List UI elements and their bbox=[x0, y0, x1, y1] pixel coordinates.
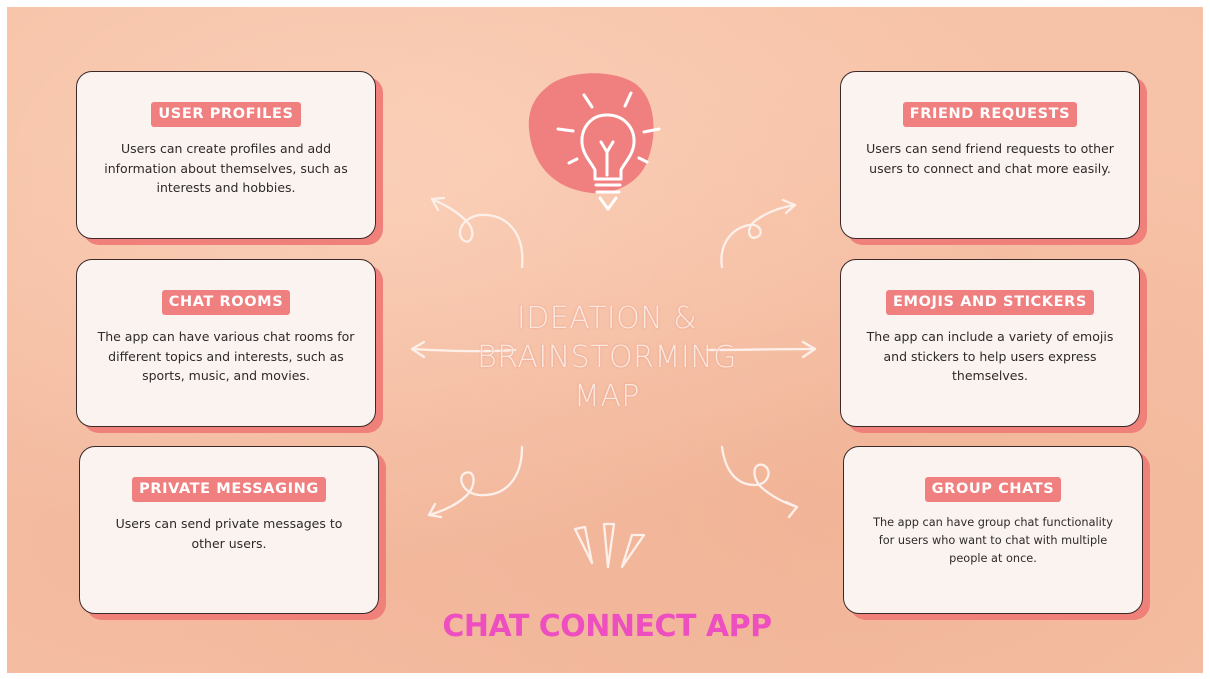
card-label: GROUP CHATS bbox=[924, 477, 1062, 502]
lightbulb-icon bbox=[528, 73, 661, 211]
card-user-profiles: USER PROFILES Users can create profiles … bbox=[76, 71, 376, 239]
arrow-top-right bbox=[720, 198, 797, 269]
card-label: USER PROFILES bbox=[151, 102, 301, 127]
card-description: Users can create profiles and add inform… bbox=[104, 141, 348, 195]
card-private-messaging: PRIVATE MESSAGING Users can send private… bbox=[79, 446, 379, 614]
card-chat-rooms: CHAT ROOMS The app can have various chat… bbox=[76, 259, 376, 427]
arrow-bottom-left bbox=[427, 445, 524, 519]
card-description: The app can include a variety of emojis … bbox=[866, 329, 1114, 383]
card-emojis-and-stickers: EMOJIS AND STICKERS The app can include … bbox=[840, 259, 1140, 427]
card-description: Users can send friend requests to other … bbox=[866, 141, 1114, 176]
card-label: FRIEND REQUESTS bbox=[902, 102, 1078, 127]
arrow-top-left bbox=[430, 196, 524, 269]
slide-canvas: USER PROFILES Users can create profiles … bbox=[7, 7, 1203, 673]
card-label: CHAT ROOMS bbox=[161, 290, 291, 315]
card-description: The app can have various chat rooms for … bbox=[97, 329, 355, 383]
arrow-bottom-right bbox=[720, 445, 799, 519]
center-title-line: BRAINSTORMING bbox=[477, 340, 737, 375]
card-friend-requests: FRIEND REQUESTS Users can send friend re… bbox=[840, 71, 1140, 239]
card-label: PRIVATE MESSAGING bbox=[132, 477, 326, 502]
center-title-line: IDEATION & bbox=[516, 301, 698, 336]
sparkle-marks bbox=[573, 522, 646, 569]
card-group-chats: GROUP CHATS The app can have group chat … bbox=[843, 446, 1143, 614]
card-description: The app can have group chat functionalit… bbox=[873, 516, 1113, 565]
card-label: EMOJIS AND STICKERS bbox=[886, 290, 1094, 315]
card-description: Users can send private messages to other… bbox=[115, 516, 343, 551]
center-title-line: MAP bbox=[574, 379, 640, 414]
footer-title: CHAT CONNECT APP bbox=[442, 609, 772, 644]
center-title: IDEATION & BRAINSTORMING MAP bbox=[447, 299, 767, 416]
